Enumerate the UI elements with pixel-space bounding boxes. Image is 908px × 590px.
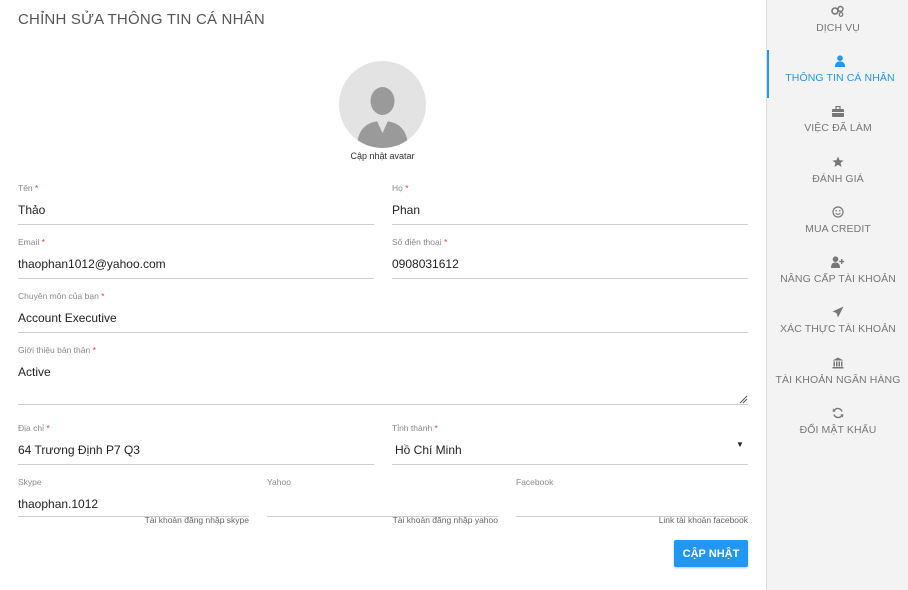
required-mark: * (92, 345, 96, 355)
skype-label: Skype (18, 477, 42, 487)
skype-hint: Tài khoản đăng nhập skype (144, 515, 249, 525)
page-title: CHỈNH SỬA THÔNG TIN CÁ NHÂN (18, 11, 265, 28)
sidebar-item-buy-credit[interactable]: MUA CREDIT (767, 201, 908, 249)
star-icon (767, 155, 908, 169)
input-underline (18, 404, 748, 405)
sidebar-item-label: ĐÁNH GIÁ (812, 173, 864, 185)
yahoo-hint: Tài khoản đăng nhập yahoo (392, 515, 498, 525)
smile-icon (767, 205, 908, 219)
specialty-label: Chuyên môn của bạn (18, 291, 99, 301)
address-input[interactable]: 64 Trương Định P7 Q3 (18, 442, 374, 458)
update-avatar-link[interactable]: Cập nhật avatar (300, 151, 465, 161)
input-underline (18, 224, 374, 225)
services-icon (767, 4, 908, 18)
email-field[interactable]: Email * thaophan1012@yahoo.com (18, 236, 374, 279)
required-mark: * (35, 183, 39, 193)
input-underline (392, 224, 748, 225)
sidebar-item-profile[interactable]: THÔNG TIN CÁ NHÂN (767, 50, 908, 98)
specialty-field[interactable]: Chuyên môn của bạn * Account Executive (18, 290, 748, 333)
first-name-field[interactable]: Tên * Thảo (18, 182, 374, 225)
facebook-field[interactable]: Facebook (516, 476, 748, 517)
required-mark: * (41, 237, 45, 247)
user-icon (769, 54, 908, 68)
required-mark: * (444, 237, 448, 247)
sidebar-item-label: NÂNG CẤP TÀI KHOẢN (780, 273, 896, 285)
last-name-field[interactable]: Họ * Phan (392, 182, 748, 225)
sidebar-item-services[interactable]: DỊCH VỤ (767, 0, 908, 48)
briefcase-icon (767, 104, 908, 118)
paper-plane-icon (767, 305, 908, 319)
intro-label: Giới thiệu bản thân (18, 345, 91, 355)
required-mark: * (101, 291, 105, 301)
city-selected-value[interactable]: Hồ Chí Minh (392, 442, 748, 458)
address-field[interactable]: Địa chỉ * 64 Trương Định P7 Q3 (18, 422, 374, 465)
skype-field[interactable]: Skype thaophan.1012 (18, 476, 249, 517)
resize-handle-icon[interactable] (738, 394, 748, 404)
sidebar-item-ratings[interactable]: ĐÁNH GIÁ (767, 151, 908, 199)
intro-textarea[interactable]: Active (18, 364, 748, 400)
specialty-input[interactable]: Account Executive (18, 310, 748, 326)
profile-edit-panel: CHỈNH SỬA THÔNG TIN CÁ NHÂN Cập nhật ava… (0, 0, 766, 590)
sidebar: DỊCH VỤ THÔNG TIN CÁ NHÂN VIỆC ĐÃ LÀM ĐÁ… (766, 0, 908, 590)
dropdown-caret-icon[interactable]: ▼ (736, 440, 744, 449)
sidebar-item-label: DỊCH VỤ (816, 22, 860, 34)
sidebar-item-bank-account[interactable]: TÀI KHOẢN NGÂN HÀNG (767, 352, 908, 400)
first-name-input[interactable]: Thảo (18, 202, 374, 218)
sidebar-item-label: ĐỔI MẬT KHẨU (799, 424, 877, 436)
avatar[interactable] (339, 61, 426, 148)
last-name-label: Họ (392, 183, 403, 193)
input-underline (18, 464, 374, 465)
skype-input[interactable]: thaophan.1012 (18, 496, 249, 512)
required-mark: * (434, 423, 438, 433)
sidebar-item-work-done[interactable]: VIỆC ĐÃ LÀM (767, 100, 908, 148)
user-silhouette-icon (357, 87, 408, 148)
refresh-icon (767, 406, 908, 420)
facebook-label: Facebook (516, 477, 554, 487)
sidebar-item-change-password[interactable]: ĐỔI MẬT KHẨU (767, 402, 908, 450)
yahoo-input[interactable] (267, 496, 498, 512)
email-input[interactable]: thaophan1012@yahoo.com (18, 256, 374, 272)
sidebar-item-label: XÁC THỰC TÀI KHOẢN (780, 323, 896, 335)
bank-icon (767, 356, 908, 370)
first-name-label: Tên (18, 183, 33, 193)
sidebar-item-label: THÔNG TIN CÁ NHÂN (785, 72, 895, 84)
input-underline (18, 278, 374, 279)
input-underline (392, 464, 748, 465)
last-name-input[interactable]: Phan (392, 202, 748, 218)
facebook-input[interactable] (516, 496, 748, 512)
intro-field[interactable]: Giới thiệu bản thân * Active (18, 344, 748, 405)
sidebar-item-label: VIỆC ĐÃ LÀM (804, 122, 872, 134)
user-plus-icon (767, 255, 908, 269)
city-select[interactable]: Tỉnh thành * Hồ Chí Minh (392, 422, 748, 465)
phone-input[interactable]: 0908031612 (392, 256, 748, 272)
input-underline (392, 278, 748, 279)
facebook-hint: Link tài khoản facebook (658, 515, 748, 525)
required-mark: * (405, 183, 409, 193)
email-label: Email (18, 237, 40, 247)
update-button[interactable]: CẬP NHẬT (674, 540, 748, 567)
yahoo-label: Yahoo (267, 477, 291, 487)
input-underline (18, 332, 748, 333)
city-label: Tỉnh thành (392, 423, 433, 433)
sidebar-item-label: TÀI KHOẢN NGÂN HÀNG (775, 374, 901, 386)
phone-label: Số điện thoại (392, 237, 442, 247)
phone-field[interactable]: Số điện thoại * 0908031612 (392, 236, 748, 279)
sidebar-item-upgrade-account[interactable]: NÂNG CẤP TÀI KHOẢN (767, 251, 908, 299)
address-label: Địa chỉ (18, 423, 44, 433)
yahoo-field[interactable]: Yahoo (267, 476, 498, 517)
sidebar-item-verify-account[interactable]: XÁC THỰC TÀI KHOẢN (767, 301, 908, 349)
sidebar-item-label: MUA CREDIT (805, 223, 871, 235)
required-mark: * (46, 423, 50, 433)
